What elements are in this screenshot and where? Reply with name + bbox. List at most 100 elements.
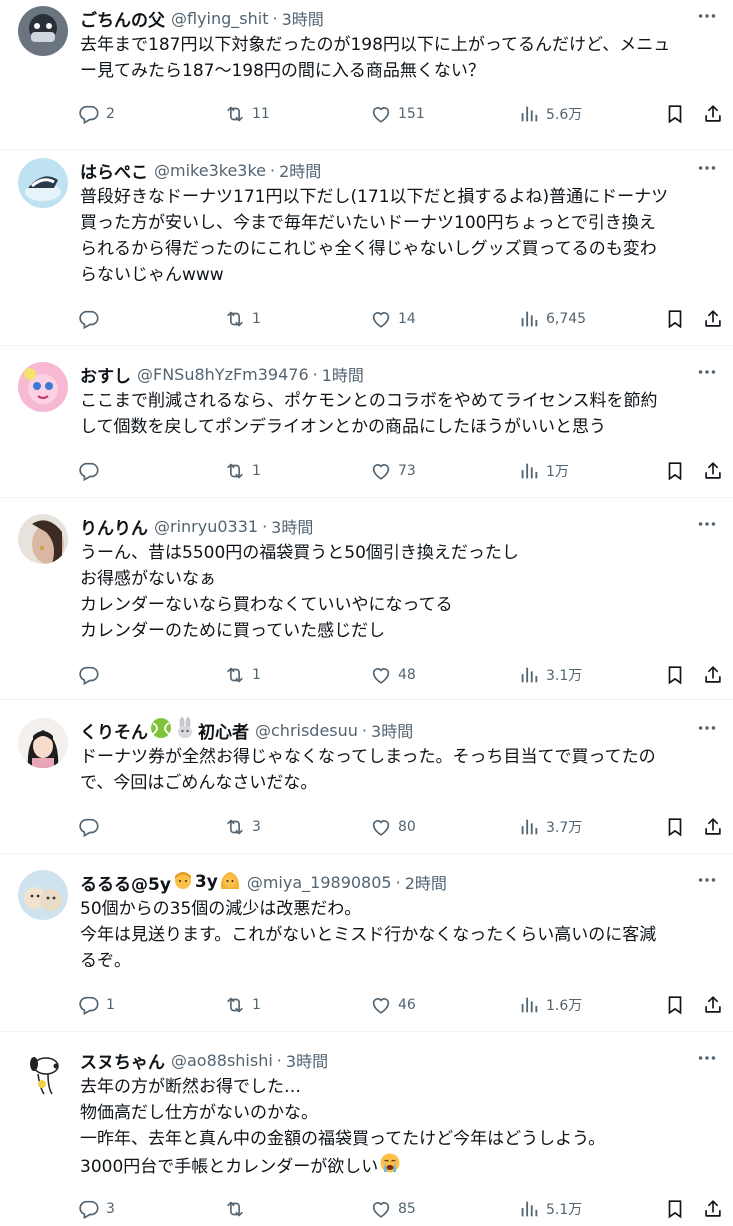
- share-button[interactable]: [702, 813, 724, 841]
- more-options-button[interactable]: [693, 156, 721, 180]
- display-name[interactable]: りんりん: [80, 514, 148, 539]
- repost-button[interactable]: 1: [224, 991, 261, 1019]
- repost-icon: [224, 460, 246, 482]
- views-icon: [518, 103, 540, 125]
- like-button[interactable]: 85: [370, 1195, 416, 1223]
- more-options-button[interactable]: [693, 512, 721, 536]
- like-button[interactable]: 14: [370, 305, 416, 333]
- share-button[interactable]: [702, 457, 724, 485]
- repost-button[interactable]: 1: [224, 457, 261, 485]
- repost-button[interactable]: [224, 1195, 252, 1223]
- user-handle[interactable]: @mike3ke3ke: [154, 161, 266, 180]
- avatar[interactable]: [18, 6, 68, 56]
- timestamp[interactable]: 2時間: [405, 870, 447, 894]
- share-button[interactable]: [702, 305, 724, 333]
- display-name-mid[interactable]: 3y: [195, 872, 218, 892]
- like-button[interactable]: 48: [370, 661, 416, 689]
- share-button[interactable]: [702, 991, 724, 1019]
- timestamp[interactable]: 1時間: [322, 362, 364, 386]
- repost-icon: [224, 103, 246, 125]
- more-options-button[interactable]: [693, 716, 721, 740]
- like-button[interactable]: 151: [370, 100, 425, 128]
- share-icon: [702, 460, 724, 482]
- view-count: 6,745: [546, 311, 587, 327]
- like-button[interactable]: 73: [370, 457, 416, 485]
- rabbit-emoji: [174, 716, 196, 744]
- repost-icon: [224, 816, 246, 838]
- display-name[interactable]: はらぺこ: [80, 158, 148, 183]
- bookmark-button[interactable]: [664, 661, 686, 689]
- bookmark-button[interactable]: [664, 457, 686, 485]
- avatar[interactable]: [18, 1048, 68, 1098]
- post[interactable]: るるる@5y 3y @miya_19890805 · 2時間 50個からの35個…: [0, 864, 733, 1032]
- post-header: くりそん 初心者 @chrisdesuu · 3時間: [80, 716, 413, 744]
- bookmark-button[interactable]: [664, 991, 686, 1019]
- display-name[interactable]: スヌちゃん: [80, 1048, 165, 1073]
- views-button[interactable]: 3.1万: [518, 661, 582, 689]
- share-button[interactable]: [702, 1195, 724, 1223]
- reply-button[interactable]: 3: [78, 1195, 115, 1223]
- post[interactable]: はらぺこ @mike3ke3ke · 2時間 普段好きなドーナツ171円以下だし…: [0, 152, 733, 346]
- user-handle[interactable]: @FNSu8hYzFm39476: [137, 365, 309, 384]
- timestamp[interactable]: 2時間: [279, 158, 321, 182]
- like-icon: [370, 1198, 392, 1220]
- views-button[interactable]: 1.6万: [518, 991, 582, 1019]
- share-button[interactable]: [702, 100, 724, 128]
- like-button[interactable]: 80: [370, 813, 416, 841]
- repost-button[interactable]: 3: [224, 813, 261, 841]
- timestamp[interactable]: 3時間: [271, 514, 313, 538]
- timestamp[interactable]: 3時間: [371, 718, 413, 742]
- repost-button[interactable]: 1: [224, 661, 261, 689]
- reply-button[interactable]: 1: [78, 991, 115, 1019]
- bookmark-button[interactable]: [664, 1195, 686, 1223]
- reply-icon: [78, 1198, 100, 1220]
- reply-button[interactable]: [78, 661, 106, 689]
- timestamp[interactable]: 3時間: [282, 6, 324, 30]
- avatar[interactable]: [18, 718, 68, 768]
- reply-button[interactable]: [78, 305, 106, 333]
- display-name[interactable]: るるる@5y: [80, 870, 171, 895]
- display-name-suffix[interactable]: 初心者: [198, 718, 249, 743]
- post[interactable]: りんりん @rinryu0331 · 3時間 うーん、昔は5500円の福袋買うと…: [0, 508, 733, 700]
- repost-button[interactable]: 11: [224, 100, 270, 128]
- reply-button[interactable]: [78, 813, 106, 841]
- post-header: はらぺこ @mike3ke3ke · 2時間: [80, 158, 321, 183]
- avatar[interactable]: [18, 514, 68, 564]
- reply-button[interactable]: [78, 457, 106, 485]
- display-name[interactable]: ごちんの父: [80, 6, 165, 31]
- bookmark-button[interactable]: [664, 305, 686, 333]
- avatar[interactable]: [18, 362, 68, 412]
- avatar[interactable]: [18, 158, 68, 208]
- user-handle[interactable]: @miya_19890805: [247, 873, 392, 892]
- more-options-button[interactable]: [693, 1046, 721, 1070]
- more-options-button[interactable]: [693, 4, 721, 28]
- user-handle[interactable]: @flying_shit: [171, 9, 268, 28]
- display-name[interactable]: おすし: [80, 362, 131, 387]
- post[interactable]: スヌちゃん @ao88shishi · 3時間 去年の方が断然お得でした… 物価…: [0, 1042, 733, 1226]
- bookmark-button[interactable]: [664, 813, 686, 841]
- user-handle[interactable]: @chrisdesuu: [255, 721, 358, 740]
- bookmark-button[interactable]: [664, 100, 686, 128]
- timestamp[interactable]: 3時間: [286, 1048, 328, 1072]
- user-handle[interactable]: @rinryu0331: [154, 517, 258, 536]
- like-icon: [370, 308, 392, 330]
- more-options-button[interactable]: [693, 868, 721, 892]
- reply-icon: [78, 308, 100, 330]
- share-button[interactable]: [702, 661, 724, 689]
- avatar[interactable]: [18, 870, 68, 920]
- views-button[interactable]: 3.7万: [518, 813, 582, 841]
- more-options-button[interactable]: [693, 360, 721, 384]
- user-handle[interactable]: @ao88shishi: [171, 1051, 273, 1070]
- views-button[interactable]: 1万: [518, 457, 569, 485]
- reply-button[interactable]: 2: [78, 100, 115, 128]
- views-button[interactable]: 6,745: [518, 305, 586, 333]
- repost-button[interactable]: 1: [224, 305, 261, 333]
- post[interactable]: おすし @FNSu8hYzFm39476 · 1時間 ここまで削減されるなら、ポ…: [0, 356, 733, 498]
- views-button[interactable]: 5.6万: [518, 100, 582, 128]
- display-name[interactable]: くりそん: [80, 718, 148, 743]
- views-button[interactable]: 5.1万: [518, 1195, 582, 1223]
- like-button[interactable]: 46: [370, 991, 416, 1019]
- post[interactable]: ごちんの父 @flying_shit · 3時間 去年まで187円以下対象だった…: [0, 0, 733, 150]
- post[interactable]: くりそん 初心者 @chrisdesuu · 3時間 ドーナツ券が全然お得じゃな…: [0, 712, 733, 854]
- post-text: ここまで削減されるなら、ポケモンとのコラボをやめてライセンス料を節約 して個数を…: [80, 388, 722, 440]
